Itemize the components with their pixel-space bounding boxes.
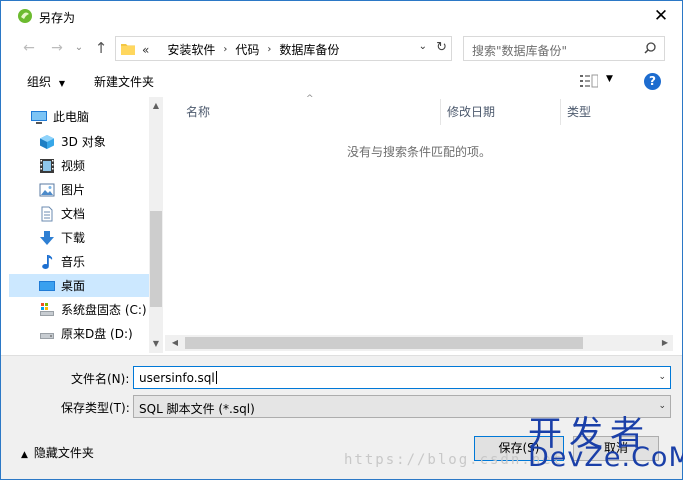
breadcrumb: « › 安装软件 › 代码 › 数据库备份 (142, 41, 339, 58)
column-header-modified[interactable]: 修改日期 (447, 97, 495, 127)
chevron-down-icon: ▼ (58, 79, 65, 88)
filetype-dropdown-button[interactable]: ⌄ (658, 401, 666, 411)
search-placeholder: 搜索"数据库备份" (472, 44, 568, 58)
chevron-up-icon: ▲ (21, 450, 28, 460)
pictures-icon (39, 183, 55, 196)
column-divider[interactable] (440, 99, 441, 125)
organize-label: 组织 (27, 75, 52, 89)
window-title: 另存为 (39, 11, 76, 25)
view-options-icon[interactable] (580, 74, 598, 88)
sidebar-item-videos[interactable]: 视频 (39, 154, 163, 177)
save-as-dialog: 另存为 ✕ ← → ⌄ ↑ « › 安装软件 › 代码 › 数据库备份 ⌄ ↻ (0, 0, 683, 480)
folder-icon (121, 44, 135, 55)
sort-indicator-icon: ^ (306, 94, 314, 104)
address-dropdown-button[interactable]: ⌄ (419, 41, 427, 52)
title-bar: 另存为 ✕ (1, 1, 682, 31)
computer-icon (31, 110, 47, 124)
sidebar-item-label: 视频 (61, 159, 86, 173)
scroll-down-button[interactable]: ▼ (149, 337, 163, 351)
file-list: ^ 名称 修改日期 类型 没有与搜索条件匹配的项。 ◀ ▶ (165, 94, 673, 353)
organize-button[interactable]: 组织 ▼ (27, 73, 65, 90)
app-icon (18, 9, 32, 23)
system-drive-icon (40, 302, 54, 316)
new-folder-button[interactable]: 新建文件夹 (94, 73, 154, 90)
breadcrumb-overflow[interactable]: « (142, 43, 149, 57)
column-divider[interactable] (560, 99, 561, 125)
navigation-pane: 此电脑 3D 对象 视频 图片 文档 下载 音乐 桌面 系统盘固态 (C:) 原… (9, 97, 163, 353)
sidebar-item-label: 下载 (61, 231, 86, 245)
sidebar-item-3d-objects[interactable]: 3D 对象 (39, 130, 163, 153)
filetype-label: 保存类型(T): (61, 401, 130, 415)
sidebar-item-system-drive[interactable]: 系统盘固态 (C:) (39, 298, 159, 321)
filename-value: usersinfo.sql (139, 371, 217, 385)
sidebar-item-this-pc[interactable]: 此电脑 (31, 105, 163, 128)
view-dropdown-button[interactable]: ▼ (606, 74, 613, 84)
filename-label: 文件名(N): (71, 372, 130, 386)
column-header-type[interactable]: 类型 (567, 97, 591, 127)
sidebar-item-label: 桌面 (61, 279, 86, 293)
sidebar-item-desktop[interactable]: 桌面 (9, 274, 149, 297)
breadcrumb-item[interactable]: 安装软件 (167, 41, 215, 58)
hide-folders-label: 隐藏文件夹 (33, 446, 94, 460)
sidebar-item-music[interactable]: 音乐 (39, 250, 163, 273)
watermark-logo-subtext: DevZe.CoM (528, 442, 683, 473)
command-bar: 组织 ▼ 新建文件夹 ▼ ? (1, 67, 682, 95)
scroll-up-button[interactable]: ▲ (149, 99, 163, 113)
drive-icon (40, 332, 54, 339)
sidebar-item-d-drive[interactable]: 原来D盘 (D:) (39, 322, 159, 345)
desktop-icon (39, 280, 55, 291)
sidebar-item-label: 系统盘固态 (C:) (61, 303, 147, 317)
download-icon (40, 230, 54, 245)
documents-icon (41, 206, 53, 221)
sidebar-item-pictures[interactable]: 图片 (39, 178, 163, 201)
hide-folders-toggle[interactable]: ▲ 隐藏文件夹 (21, 444, 94, 461)
navigation-bar: ← → ⌄ ↑ « › 安装软件 › 代码 › 数据库备份 ⌄ ↻ 搜索"数据库… (1, 33, 682, 63)
breadcrumb-item[interactable]: 数据库备份 (279, 41, 339, 58)
breadcrumb-separator[interactable]: › (223, 44, 227, 55)
scrollbar-thumb[interactable] (150, 211, 162, 307)
scroll-right-button[interactable]: ▶ (657, 335, 673, 351)
sidebar-item-label: 原来D盘 (D:) (61, 327, 133, 341)
video-icon (40, 158, 54, 173)
sidebar-item-label: 文档 (61, 207, 86, 221)
filename-field[interactable]: usersinfo.sql ⌄ (133, 366, 671, 389)
column-header-name[interactable]: 名称 (186, 97, 210, 127)
search-icon (644, 42, 656, 54)
sidebar-item-label: 音乐 (61, 255, 86, 269)
scrollbar-thumb[interactable] (185, 337, 583, 349)
music-icon (42, 254, 53, 269)
filename-dropdown-button[interactable]: ⌄ (658, 372, 666, 382)
back-button[interactable]: ← (19, 38, 39, 58)
3d-objects-icon (40, 134, 54, 149)
search-box[interactable]: 搜索"数据库备份" (463, 36, 665, 61)
sidebar-item-documents[interactable]: 文档 (39, 202, 163, 225)
sidebar-item-label: 3D 对象 (61, 135, 106, 149)
address-bar[interactable]: « › 安装软件 › 代码 › 数据库备份 ⌄ ↻ (115, 36, 452, 61)
close-button[interactable]: ✕ (648, 3, 674, 29)
recent-locations-dropdown[interactable]: ⌄ (69, 38, 89, 58)
empty-results-message: 没有与搜索条件匹配的项。 (346, 145, 491, 159)
help-icon[interactable]: ? (644, 73, 661, 90)
up-button[interactable]: ↑ (91, 38, 111, 58)
refresh-button[interactable]: ↻ (436, 40, 447, 55)
breadcrumb-separator[interactable]: › (267, 44, 271, 55)
horizontal-scrollbar[interactable]: ◀ ▶ (165, 335, 673, 351)
sidebar-item-downloads[interactable]: 下载 (39, 226, 163, 249)
filetype-value: SQL 脚本文件 (*.sql) (139, 402, 255, 416)
forward-button[interactable]: → (47, 38, 67, 58)
sidebar-item-label: 图片 (61, 183, 86, 197)
sidebar-item-label: 此电脑 (53, 110, 90, 124)
breadcrumb-item[interactable]: 代码 (235, 41, 259, 58)
navigation-pane-scrollbar[interactable]: ▲ ▼ (149, 97, 163, 353)
scroll-left-button[interactable]: ◀ (167, 335, 183, 351)
